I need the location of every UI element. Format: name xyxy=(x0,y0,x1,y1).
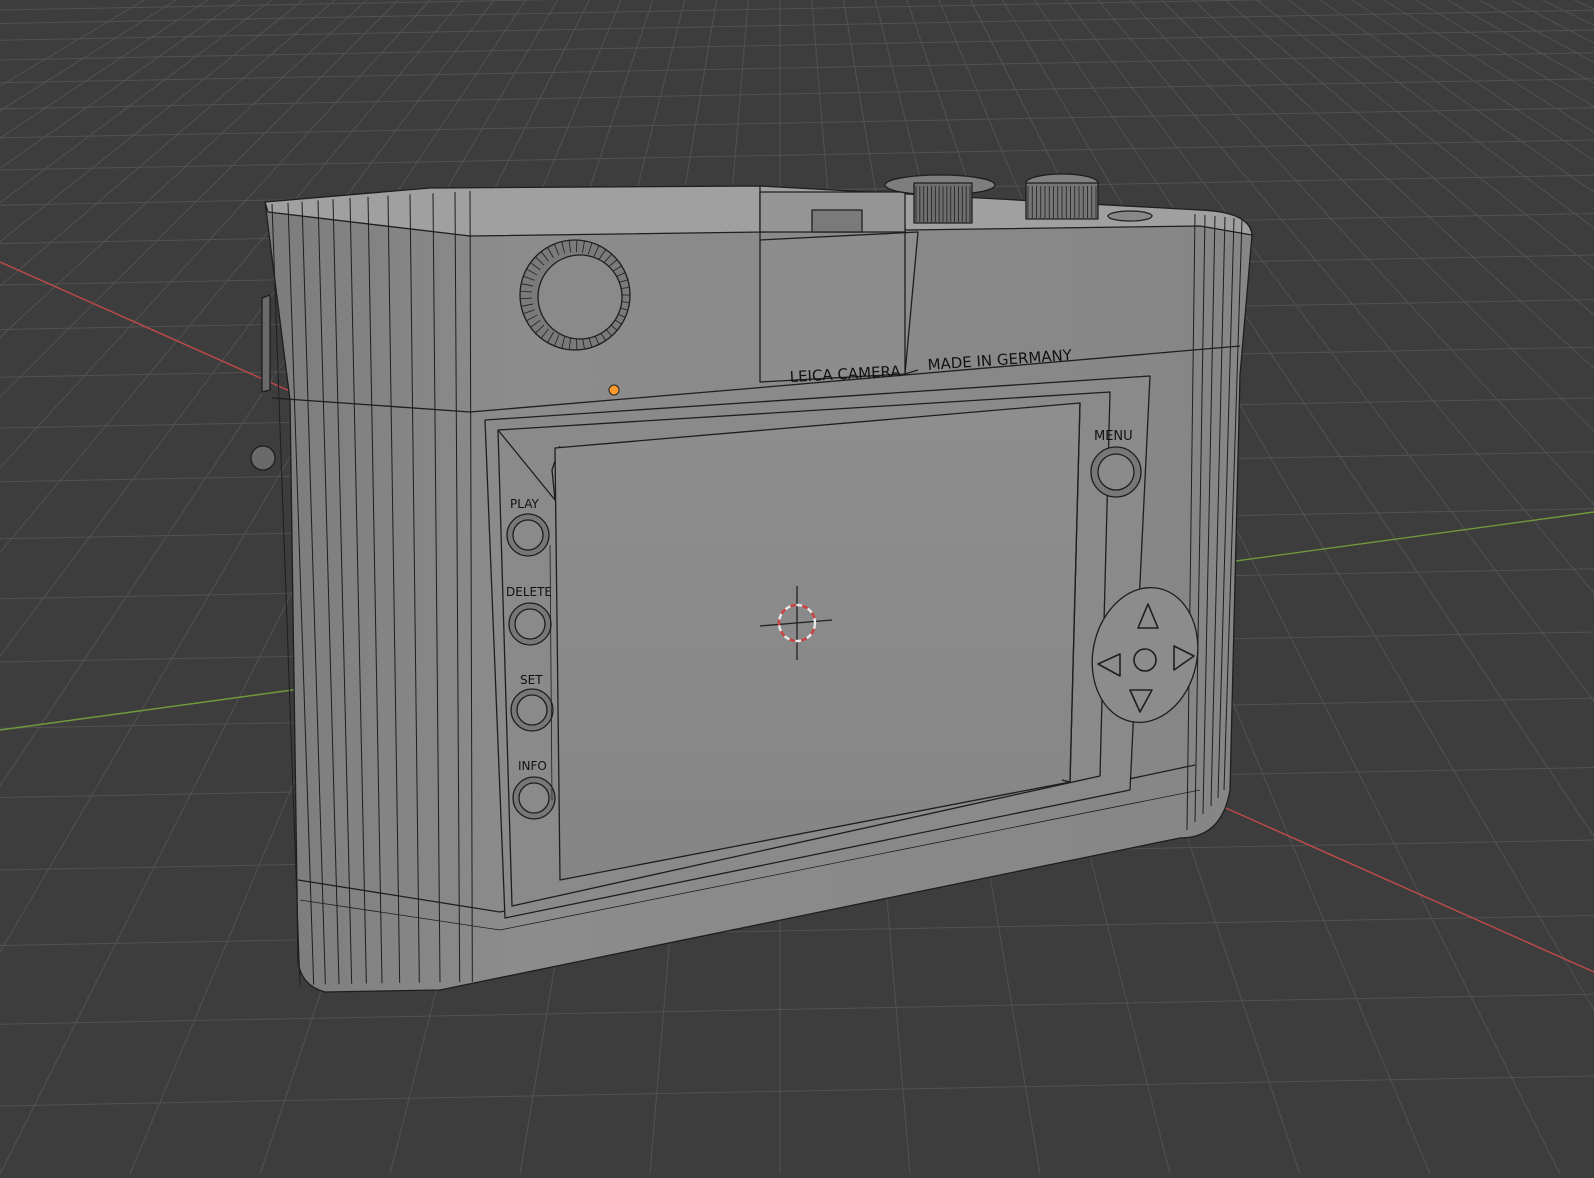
strap-lug-ring xyxy=(251,446,275,470)
grid-line xyxy=(0,108,1594,138)
camera-model[interactable]: LEICA CAMERA MADE IN GERMANY PLAY DELETE… xyxy=(251,174,1252,992)
info-label: INFO xyxy=(518,759,547,773)
menu-label: MENU xyxy=(1094,429,1133,444)
rewind-lever xyxy=(812,210,862,232)
grid-line xyxy=(0,140,1594,170)
strap-lug-upper xyxy=(262,295,270,392)
set-label: SET xyxy=(520,673,543,687)
grid-line xyxy=(0,0,1594,24)
thumb-wheel[interactable] xyxy=(520,240,630,350)
grid-line xyxy=(0,79,1594,109)
object-origin-dot xyxy=(609,385,619,395)
grid-line xyxy=(0,994,1594,1024)
shutter-button[interactable] xyxy=(1108,211,1152,221)
viewport-canvas[interactable]: LEICA CAMERA MADE IN GERMANY PLAY DELETE… xyxy=(0,0,1594,1174)
grid-line xyxy=(0,30,1594,60)
grid-line xyxy=(0,1076,1594,1106)
delete-button[interactable]: DELETE xyxy=(506,585,552,645)
delete-label: DELETE xyxy=(506,585,552,599)
play-label: PLAY xyxy=(510,497,539,511)
grid-line xyxy=(0,10,1594,40)
3d-viewport[interactable]: LEICA CAMERA MADE IN GERMANY PLAY DELETE… xyxy=(0,0,1594,1174)
grid-line xyxy=(0,916,1594,946)
iso-dial[interactable] xyxy=(1026,174,1098,219)
